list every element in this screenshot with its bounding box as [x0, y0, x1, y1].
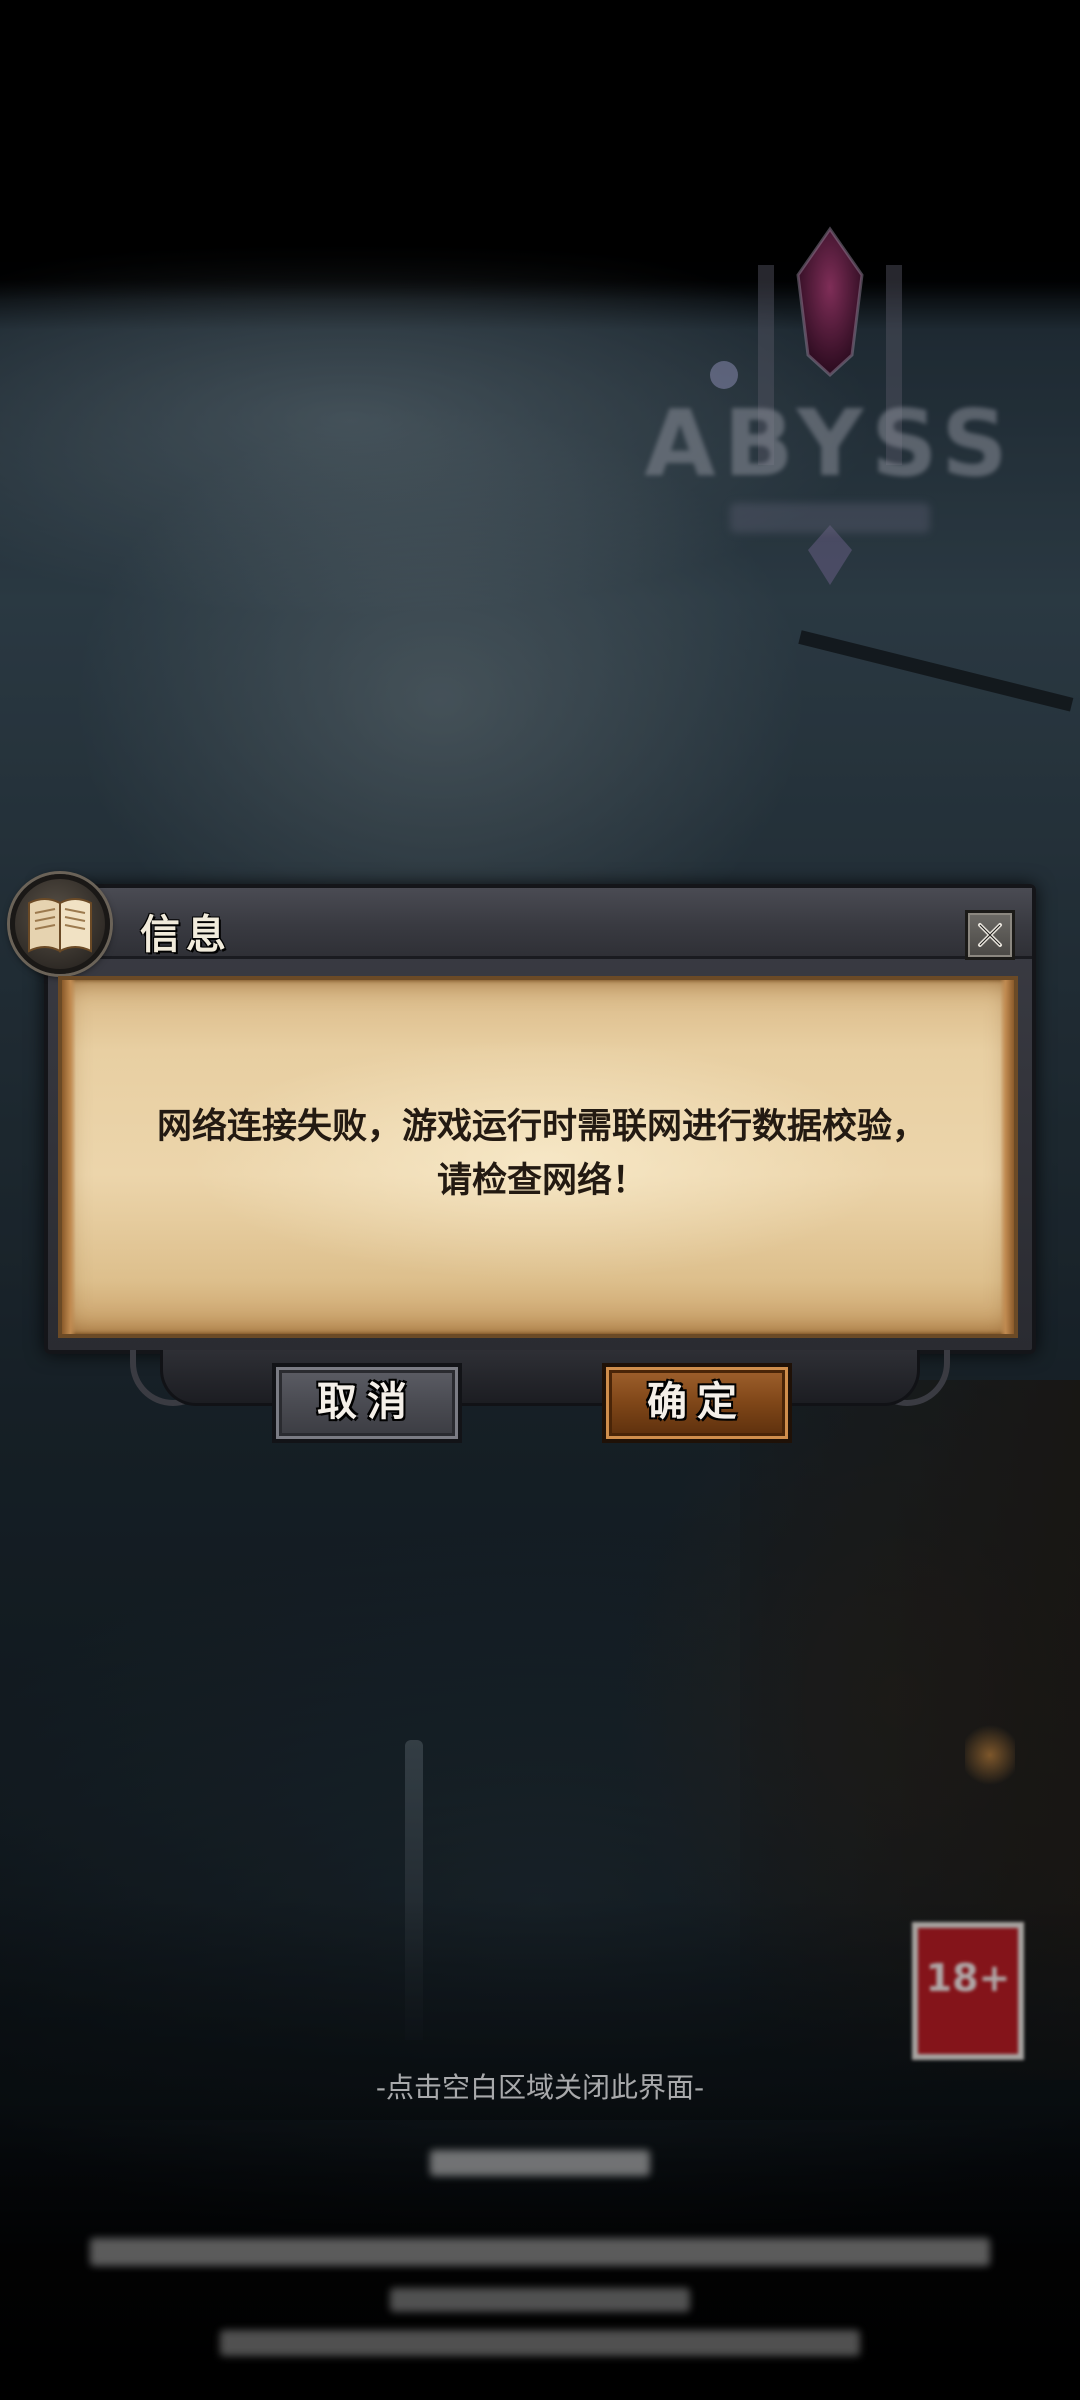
message-line-2: 请检查网络！: [436, 1161, 647, 1201]
parchment-edge-right: [1000, 980, 1014, 1334]
message-line-1: 网络连接失败，游戏运行时需联网进行数据校验，: [156, 1107, 927, 1147]
close-hint: -点击空白区域关闭此界面-: [375, 2071, 705, 2104]
blurred-footer-line-4: [0, 2330, 1080, 2360]
blurred-footer-line-1: [0, 2150, 1080, 2180]
close-icon: [978, 923, 1002, 947]
dialog-title: 信息: [140, 912, 232, 958]
cancel-button[interactable]: 取消: [272, 1363, 462, 1443]
message-panel: 网络连接失败，游戏运行时需联网进行数据校验， 请检查网络！: [58, 976, 1018, 1338]
game-screen[interactable]: ABYSS 18+ 信息 网络连接失败，游戏运行时需联网进行数据校验， 请检查网…: [0, 0, 1080, 2400]
close-button[interactable]: [965, 910, 1015, 960]
blurred-footer-line-3: [0, 2288, 1080, 2316]
ok-button[interactable]: 确定: [602, 1363, 792, 1443]
dialog-title-bar: 信息: [48, 888, 1032, 960]
blurred-footer-line-2: [0, 2238, 1080, 2270]
parchment-edge-left: [62, 980, 76, 1334]
book-emblem: [10, 874, 110, 974]
dialog-message: 网络连接失败，游戏运行时需联网进行数据校验， 请检查网络！: [92, 1100, 992, 1208]
info-dialog: 信息 网络连接失败，游戏运行时需联网进行数据校验， 请检查网络！: [10, 874, 1036, 1354]
book-icon: [28, 898, 92, 953]
